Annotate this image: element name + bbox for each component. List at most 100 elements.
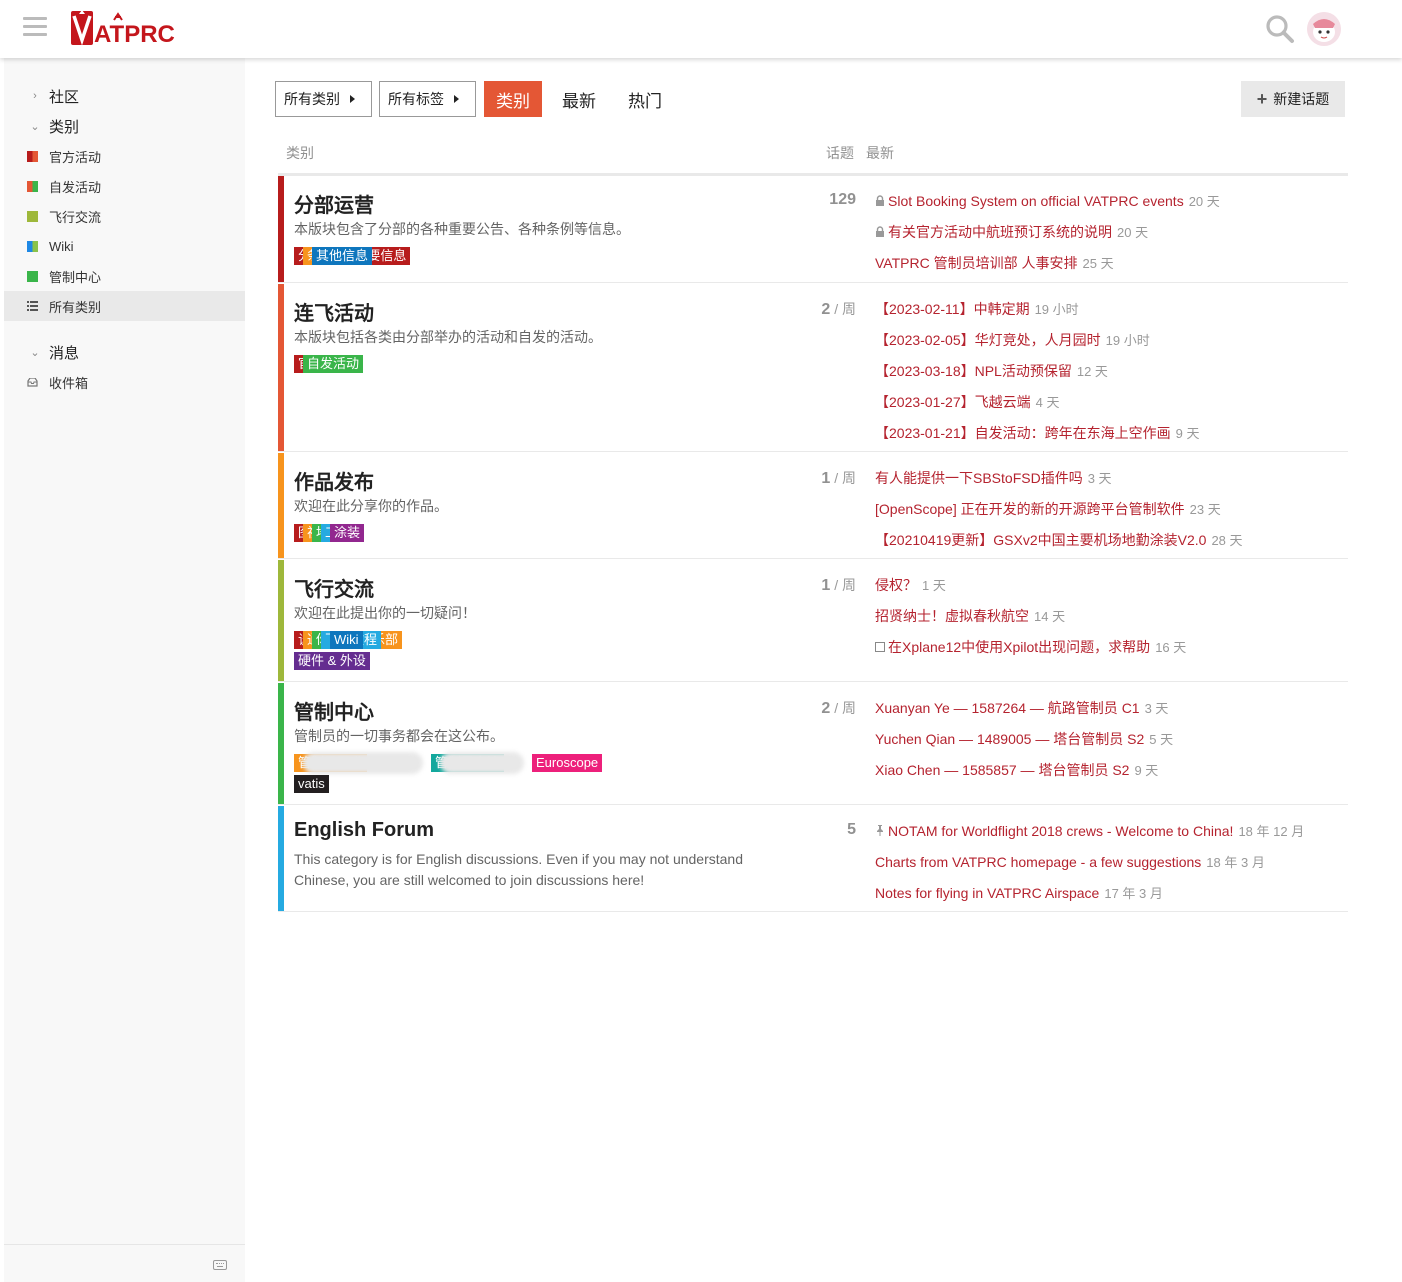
sidebar-item-category[interactable]: 管制中心 [4, 261, 245, 291]
vatprc-logo[interactable]: ATPRC [70, 8, 182, 50]
latest-topic[interactable]: 【20210419更新】GSXv2中国主要机场地勤涂装V2.0 28 天 [875, 530, 1243, 550]
sidebar-section-messages[interactable]: ⌄ 消息 [4, 337, 245, 367]
sidebar-item-inbox[interactable]: 收件箱 [4, 367, 245, 397]
category-row: 作品发布欢迎在此分享你的作品。图片视频地景工具涂装1/ 周有人能提供一下SBSt… [278, 453, 1348, 559]
hamburger-menu-icon[interactable] [23, 17, 47, 37]
category-name[interactable]: 管制中心 [294, 696, 374, 725]
sidebar-item-category[interactable]: 飞行交流 [4, 201, 245, 231]
column-header-latest[interactable]: 最新 [866, 143, 894, 163]
sidebar-item-label: 自发活动 [49, 179, 102, 195]
latest-topic[interactable]: [OpenScope] 正在开发的新的开源跨平台管制软件 23 天 [875, 499, 1221, 519]
column-header-category[interactable]: 类别 [286, 143, 314, 163]
subcategory-badge[interactable]: Wiki [330, 631, 363, 649]
category-dropdown-label: 所有类别 [284, 91, 340, 107]
sidebar-item-label: 所有类别 [49, 299, 102, 315]
caret-right-icon [350, 95, 355, 103]
latest-topic[interactable]: Xiao Chen — 1585857 — 塔台管制员 S2 9 天 [875, 760, 1158, 780]
category-color-bar [278, 284, 284, 451]
latest-topic[interactable]: VATPRC 管制员培训部 人事安排 25 天 [875, 253, 1114, 273]
topic-count: 2/ 周 [821, 299, 856, 319]
sidebar-item-category[interactable]: 自发活动 [4, 171, 245, 201]
latest-topic-title: 有关官方活动中航班预订系统的说明 [888, 224, 1112, 240]
latest-topic[interactable]: 【2023-02-05】华灯竞处，人月园时 19 小时 [875, 330, 1150, 350]
latest-topic[interactable]: Notes for flying in VATPRC Airspace 17 年 … [875, 883, 1163, 902]
latest-topic[interactable]: 在Xplane12中使用Xpilot出现问题，求帮助 16 天 [875, 637, 1186, 657]
redacted-subcategory [440, 752, 524, 774]
latest-topic[interactable]: Slot Booking System on official VATPRC e… [875, 191, 1220, 210]
category-name[interactable]: English Forum [294, 819, 434, 842]
category-color-bar [278, 176, 284, 282]
sidebar-section-categories[interactable]: ⌄ 类别 [4, 111, 245, 141]
latest-topic[interactable]: Yuchen Qian — 1489005 — 塔台管制员 S2 5 天 [875, 729, 1173, 749]
column-header-topics[interactable]: 话题 [826, 143, 854, 163]
tab-top[interactable]: 热门 [616, 81, 674, 117]
category-dropdown[interactable]: 所有类别 [275, 81, 372, 117]
category-name[interactable]: 分部运营 [294, 189, 374, 218]
latest-topic-title: NOTAM for Worldflight 2018 crews - Welco… [888, 823, 1234, 839]
list-icon [27, 299, 38, 314]
chevron-right-icon: › [33, 90, 37, 102]
latest-topic[interactable]: 有关官方活动中航班预订系统的说明 20 天 [875, 222, 1148, 242]
sidebar-item-category[interactable]: 官方活动 [4, 141, 245, 171]
latest-topic[interactable]: 有人能提供一下SBStoFSD插件吗 3 天 [875, 468, 1112, 488]
topic-count: 1/ 周 [821, 575, 856, 595]
latest-topic-age: 1 天 [922, 578, 946, 593]
site-header: ATPRC [0, 0, 1402, 58]
redacted-subcategory [303, 752, 423, 774]
tab-latest[interactable]: 最新 [550, 81, 608, 117]
sidebar-item-label: 官方活动 [49, 149, 102, 165]
sidebar-item-label: 管制中心 [49, 269, 102, 285]
topic-count: 2/ 周 [821, 698, 856, 718]
subcategory-badge[interactable]: 涂装 [330, 524, 365, 542]
latest-topic-title: 【20210419更新】GSXv2中国主要机场地勤涂装V2.0 [875, 532, 1207, 548]
latest-topic-age: 18 年 3 月 [1206, 855, 1265, 870]
tag-dropdown[interactable]: 所有标签 [379, 81, 476, 117]
latest-topic[interactable]: 招贤纳士！虚拟春秋航空 14 天 [875, 606, 1065, 626]
latest-topic-age: 16 天 [1155, 640, 1187, 655]
latest-topic-title: 【2023-03-18】NPL活动预保留 [875, 363, 1072, 379]
latest-topic[interactable]: NOTAM for Worldflight 2018 crews - Welco… [875, 821, 1304, 840]
category-name[interactable]: 连飞活动 [294, 297, 374, 326]
subcategory-badge[interactable]: 自发活动 [303, 355, 364, 373]
latest-topic-title: 【2023-02-11】中韩定期 [875, 301, 1030, 317]
category-row: 分部运营本版块包含了分部的各种重要公告、各种条例等信息。分部公告-重要信息条例其… [278, 176, 1348, 283]
latest-topic-title: Xiao Chen — 1585857 — 塔台管制员 S2 [875, 762, 1130, 778]
sidebar-section-label: 类别 [49, 118, 80, 136]
latest-topic-age: 20 天 [1117, 225, 1149, 240]
sidebar-section-community[interactable]: › 社区 [4, 81, 245, 111]
chevron-down-icon: ⌄ [30, 346, 40, 359]
latest-topic[interactable]: 【2023-03-18】NPL活动预保留 12 天 [875, 361, 1108, 381]
latest-topic-title: 【2023-02-05】华灯竞处，人月园时 [875, 332, 1101, 348]
search-icon[interactable] [1264, 13, 1296, 45]
category-row: 连飞活动本版块包括各类由分部举办的活动和自发的活动。官方活动自发活动2/ 周【2… [278, 284, 1348, 452]
subcategory-badge[interactable]: vatis [294, 775, 329, 793]
latest-topic[interactable]: Xuanyan Ye — 1587264 — 航路管制员 C1 3 天 [875, 698, 1168, 718]
latest-topic[interactable]: 侵权？ 1 天 [875, 575, 946, 595]
latest-topic-age: 19 小时 [1034, 302, 1079, 317]
category-name[interactable]: 作品发布 [294, 466, 374, 495]
latest-topic[interactable]: 【2023-01-27】飞越云端 4 天 [875, 392, 1059, 412]
latest-topic-age: 17 年 3 月 [1104, 886, 1163, 901]
tab-categories[interactable]: 类别 [484, 81, 542, 117]
inbox-icon [27, 375, 38, 390]
category-color-swatch [27, 180, 38, 192]
subcategory-badge[interactable]: Euroscope [532, 754, 603, 772]
user-avatar[interactable] [1307, 12, 1341, 46]
category-name[interactable]: 飞行交流 [294, 573, 374, 602]
latest-topic-title: 有人能提供一下SBStoFSD插件吗 [875, 470, 1083, 486]
topic-count-value: 5 [847, 821, 856, 838]
latest-topic-title: Slot Booking System on official VATPRC e… [888, 193, 1184, 209]
subcategory-badge[interactable]: 其他信息 [312, 247, 373, 265]
sidebar-item-category[interactable]: Wiki [4, 231, 245, 261]
latest-topic-age: 23 天 [1189, 502, 1221, 517]
latest-topic[interactable]: 【2023-02-11】中韩定期 19 小时 [875, 299, 1079, 319]
latest-topic[interactable]: Charts from VATPRC homepage - a few sugg… [875, 852, 1265, 871]
tag-dropdown-label: 所有标签 [388, 91, 444, 107]
keyboard-shortcuts-icon[interactable] [213, 1260, 227, 1270]
latest-topic-age: 14 天 [1034, 609, 1066, 624]
subcategory-badge[interactable]: 硬件 & 外设 [294, 652, 370, 670]
latest-topic[interactable]: 【2023-01-21】自发活动：跨年在东海上空作画 9 天 [875, 423, 1199, 443]
topic-count-value: 129 [829, 191, 856, 208]
sidebar-item-all-categories[interactable]: 所有类别 [4, 291, 245, 321]
new-topic-button[interactable]: + 新建话题 [1241, 81, 1345, 117]
